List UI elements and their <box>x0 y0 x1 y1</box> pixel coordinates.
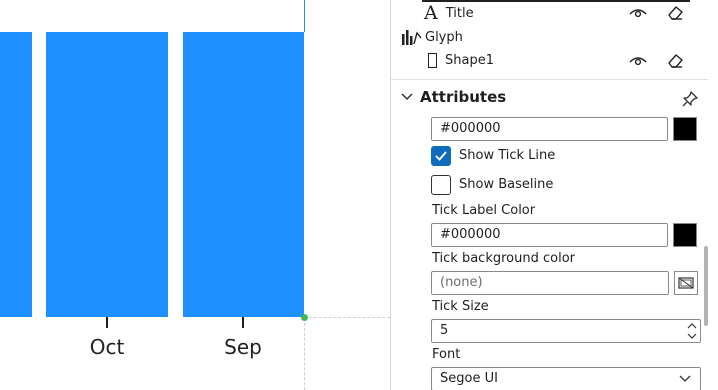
tick-size-value: 5 <box>440 323 449 338</box>
layer-label-title: Title <box>445 5 474 21</box>
font-label: Font <box>432 347 461 362</box>
show-baseline-checkbox[interactable] <box>431 175 451 195</box>
font-select[interactable]: Segoe UI <box>431 367 701 390</box>
tick-label-color-swatch[interactable] <box>673 223 697 247</box>
eraser-icon[interactable] <box>665 51 685 71</box>
chart-canvas[interactable]: Oct Sep <box>0 0 390 390</box>
layer-item-title[interactable]: A Title <box>424 1 474 25</box>
eye-icon[interactable] <box>628 51 648 71</box>
plot-right-border <box>304 0 305 32</box>
tick-label-oct: Oct <box>89 335 125 359</box>
bar-sep[interactable] <box>183 32 304 317</box>
tick-bg-color-field[interactable]: (none) <box>431 271 669 295</box>
glyph-chart-icon <box>402 30 422 45</box>
axis-tick-sep <box>242 317 244 328</box>
layer-item-glyph[interactable]: Glyph <box>401 25 463 49</box>
chevron-down-icon <box>679 375 691 382</box>
eye-icon[interactable] <box>628 3 648 23</box>
resize-handle[interactable] <box>301 314 308 321</box>
layer-label-shape1: Shape1 <box>445 52 494 68</box>
rectangle-icon <box>428 52 437 68</box>
tick-label-sep: Sep <box>224 335 262 359</box>
stepper-arrows-icon[interactable] <box>684 320 700 342</box>
show-tick-line-checkbox[interactable] <box>431 146 451 166</box>
show-tick-line-label: Show Tick Line <box>459 148 556 163</box>
color-swatch[interactable] <box>673 117 697 141</box>
eraser-icon[interactable] <box>665 3 685 23</box>
layer-item-shape1[interactable]: Shape1 <box>428 48 494 72</box>
tick-label-color-label: Tick Label Color <box>432 203 536 218</box>
axis-tick-oct <box>106 317 108 328</box>
bar-oct[interactable] <box>46 32 168 317</box>
text-a-icon: A <box>424 2 438 24</box>
layer-label-glyph: Glyph <box>425 29 463 45</box>
panel-scrollbar[interactable] <box>704 246 708 326</box>
show-baseline-label: Show Baseline <box>459 177 554 192</box>
guide-line-vertical <box>304 318 305 390</box>
section-title-attributes: Attributes <box>420 88 507 106</box>
section-divider <box>391 79 708 80</box>
tick-label-color-field[interactable]: #000000 <box>431 223 668 247</box>
bar-partial[interactable] <box>0 32 32 317</box>
no-color-icon <box>678 277 694 289</box>
guide-line-horizontal <box>304 317 390 318</box>
color-picker-icon[interactable] <box>674 271 698 295</box>
chevron-down-icon[interactable] <box>400 90 414 104</box>
tick-bg-color-label: Tick background color <box>432 251 575 266</box>
color-field[interactable]: #000000 <box>431 117 668 141</box>
checkmark-icon <box>435 151 447 161</box>
font-select-value: Segoe UI <box>440 371 498 386</box>
tick-size-label: Tick Size <box>432 299 489 314</box>
pin-icon[interactable] <box>680 89 700 109</box>
tick-size-stepper[interactable]: 5 <box>431 319 701 343</box>
